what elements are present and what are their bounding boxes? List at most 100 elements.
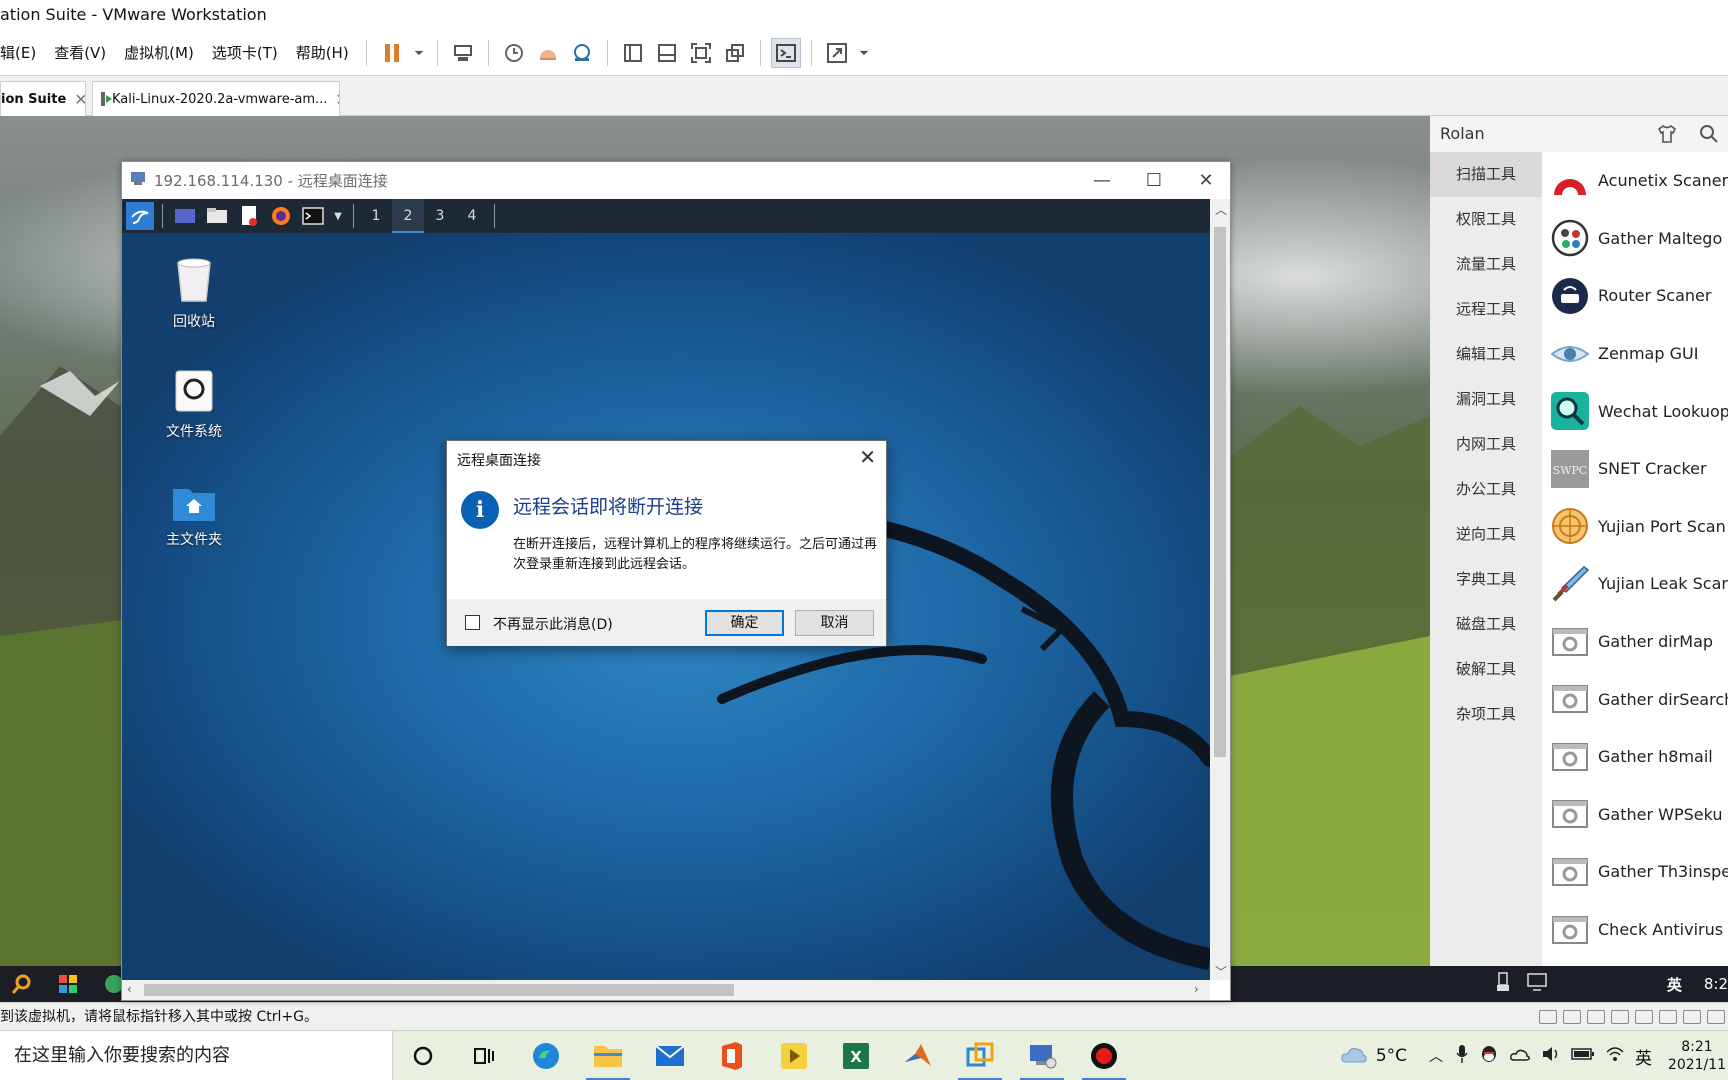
tool-snet-cracker[interactable]: SWPC SNET Cracker: [1542, 440, 1728, 498]
kali-menu-icon[interactable]: [126, 202, 154, 230]
qq-icon[interactable]: [1479, 1044, 1499, 1069]
cortana-icon[interactable]: [407, 1040, 439, 1072]
battery-icon[interactable]: [1571, 1046, 1595, 1066]
pause-icon[interactable]: [377, 38, 407, 68]
tool-gather-wpseku[interactable]: Gather WPSeku: [1542, 786, 1728, 844]
monitor-icon[interactable]: [1527, 973, 1547, 995]
close-icon[interactable]: ✕: [335, 90, 339, 109]
category-reverse[interactable]: 逆向工具: [1430, 512, 1542, 557]
category-misc[interactable]: 杂项工具: [1430, 692, 1542, 737]
scroll-thumb[interactable]: [144, 984, 734, 996]
record-icon[interactable]: [1082, 1040, 1126, 1080]
usb-device-icon[interactable]: [1611, 1010, 1629, 1024]
tool-maltego[interactable]: Gather Maltego: [1542, 210, 1728, 268]
tool-wechat-lookuop[interactable]: Wechat Lookuop: [1542, 382, 1728, 440]
tool-gather-dirmap[interactable]: Gather dirMap: [1542, 613, 1728, 671]
volume-icon[interactable]: [1541, 1045, 1561, 1068]
weather-temperature[interactable]: 5°C: [1376, 1046, 1407, 1066]
workspace-1[interactable]: 1: [360, 199, 392, 233]
menu-view[interactable]: 查看(V): [45, 42, 115, 63]
workspace-3[interactable]: 3: [424, 199, 456, 233]
sound-icon[interactable]: [1587, 1010, 1605, 1024]
chevron-down-icon[interactable]: ▼: [331, 202, 345, 230]
close-icon[interactable]: ✕: [74, 90, 85, 109]
menu-tabs[interactable]: 选项卡(T): [203, 42, 287, 63]
mail-icon[interactable]: [654, 1040, 686, 1072]
vmware-icon[interactable]: [958, 1040, 1002, 1080]
tool-yujian-port-scan[interactable]: Yujian Port Scan: [1542, 498, 1728, 556]
unity-icon[interactable]: [720, 38, 750, 68]
chevron-down-icon[interactable]: [411, 38, 427, 68]
show-desktop-icon[interactable]: [171, 202, 199, 230]
view-thumbnail-icon[interactable]: [652, 38, 682, 68]
minimize-icon[interactable]: —: [1076, 162, 1128, 199]
tab-suite[interactable]: ion Suite ✕: [0, 81, 86, 116]
tool-zenmap[interactable]: Zenmap GUI: [1542, 325, 1728, 383]
horizontal-scrollbar[interactable]: ‹ ›: [122, 980, 1210, 1000]
cancel-button[interactable]: 取消: [795, 610, 874, 636]
search-icon[interactable]: [10, 972, 34, 1000]
taskbar-search-input[interactable]: 在这里输入你要搜索的内容: [0, 1031, 393, 1080]
full-screen-icon[interactable]: [686, 38, 716, 68]
microphone-icon[interactable]: [1455, 1044, 1469, 1069]
menu-help[interactable]: 帮助(H): [287, 42, 358, 63]
taskbar-clock[interactable]: 8:21 2021/11: [1666, 1038, 1728, 1074]
category-disk[interactable]: 磁盘工具: [1430, 602, 1542, 647]
network-adapter-icon[interactable]: [1563, 1010, 1581, 1024]
scroll-up-icon[interactable]: ︿: [1215, 201, 1227, 218]
vertical-scrollbar[interactable]: ︿ ﹀: [1210, 199, 1230, 980]
tool-gather-th3inspector[interactable]: Gather Th3inspector: [1542, 843, 1728, 901]
chevron-down-icon[interactable]: [856, 38, 872, 68]
search-icon[interactable]: [1698, 123, 1720, 149]
workspace-4[interactable]: 4: [456, 199, 488, 233]
maximize-icon[interactable]: ☐: [1128, 162, 1180, 199]
player-icon[interactable]: [778, 1040, 810, 1072]
tool-check-antivirus[interactable]: Check Antivirus: [1542, 901, 1728, 959]
dont-show-again-label[interactable]: 不再显示此消息(D): [493, 614, 613, 634]
category-editor[interactable]: 编辑工具: [1430, 332, 1542, 377]
firefox-icon[interactable]: [267, 202, 295, 230]
scroll-left-icon[interactable]: ‹: [127, 982, 132, 996]
usb-icon[interactable]: [1495, 972, 1511, 996]
close-icon[interactable]: ✕: [1180, 162, 1232, 199]
tab-kali-linux[interactable]: Kali-Linux-2020.2a-vmware-am... ✕: [92, 81, 340, 116]
shirt-icon[interactable]: [1656, 123, 1678, 149]
desktop-icon-filesystem[interactable]: 文件系统: [144, 369, 244, 441]
category-privilege[interactable]: 权限工具: [1430, 197, 1542, 242]
tool-acunetix[interactable]: Acunetix Scaner: [1542, 152, 1728, 210]
send-ctrl-alt-del-icon[interactable]: [448, 38, 478, 68]
snapshot-manager-icon[interactable]: [567, 38, 597, 68]
wifi-icon[interactable]: [1605, 1045, 1625, 1068]
menu-vm[interactable]: 虚拟机(M): [115, 42, 203, 63]
input-method-indicator[interactable]: 英: [1635, 1044, 1652, 1069]
dont-show-again-checkbox[interactable]: [465, 615, 480, 630]
printer-icon[interactable]: [1635, 1010, 1653, 1024]
category-crack[interactable]: 破解工具: [1430, 647, 1542, 692]
category-remote[interactable]: 远程工具: [1430, 287, 1542, 332]
console-view-icon[interactable]: [770, 37, 801, 68]
tool-gather-h8mail[interactable]: Gather h8mail: [1542, 728, 1728, 786]
stretch-guest-icon[interactable]: [822, 38, 852, 68]
edge-icon[interactable]: [530, 1040, 562, 1072]
task-view-icon[interactable]: [468, 1040, 500, 1072]
category-intranet[interactable]: 内网工具: [1430, 422, 1542, 467]
matlab-icon[interactable]: [902, 1040, 934, 1072]
onedrive-icon[interactable]: [1509, 1046, 1531, 1067]
ime-indicator[interactable]: 英: [1667, 974, 1682, 995]
tool-gather-dirsearch[interactable]: Gather dirSearch: [1542, 670, 1728, 728]
view-library-icon[interactable]: [618, 38, 648, 68]
category-scan[interactable]: 扫描工具: [1430, 152, 1542, 197]
desktop-icon-trash[interactable]: 回收站: [144, 257, 244, 331]
office-icon[interactable]: [716, 1040, 748, 1072]
cd-rom-icon[interactable]: [1659, 1010, 1677, 1024]
menu-edit[interactable]: 辑(E): [0, 42, 45, 63]
category-vuln[interactable]: 漏洞工具: [1430, 377, 1542, 422]
desktop-icon-home[interactable]: 主文件夹: [144, 483, 244, 549]
excel-icon[interactable]: X: [840, 1040, 872, 1072]
category-traffic[interactable]: 流量工具: [1430, 242, 1542, 287]
tool-router-scaner[interactable]: Router Scaner: [1542, 267, 1728, 325]
hard-disk-icon[interactable]: [1539, 1010, 1557, 1024]
message-icon[interactable]: [1707, 1010, 1725, 1024]
scroll-right-icon[interactable]: ›: [1194, 982, 1199, 996]
chevron-up-icon[interactable]: ︿: [1429, 1046, 1443, 1066]
